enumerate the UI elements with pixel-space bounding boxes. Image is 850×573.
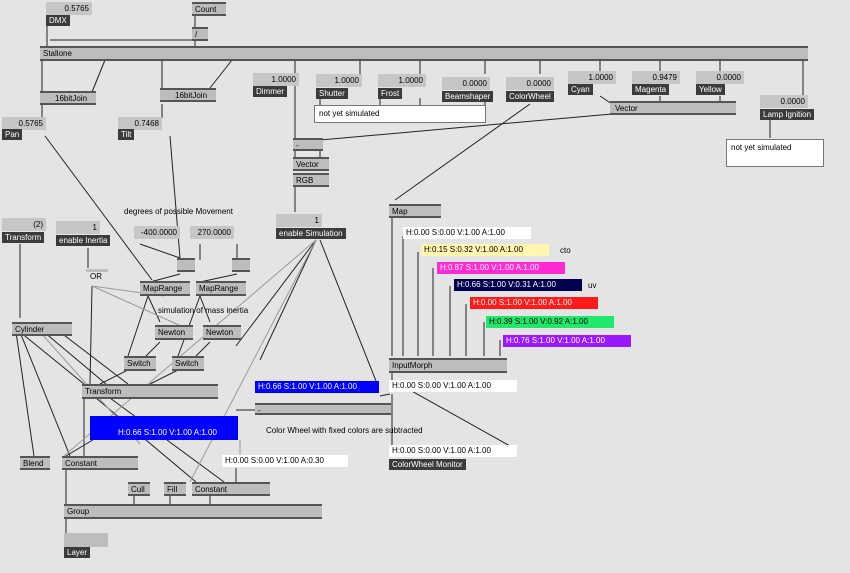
note-not-simulated-1: not yet simulated (314, 105, 486, 123)
count-node[interactable]: Count (192, 2, 226, 16)
inertia-value[interactable]: 1 (56, 221, 100, 234)
colorwheel-label: ColorWheel (506, 91, 554, 102)
blend-node[interactable]: Blend (20, 456, 50, 470)
fixed-colors-text: Color Wheel with fixed colors are subtra… (266, 426, 423, 435)
inertia-label: enable Inertia (56, 235, 111, 246)
divide-node[interactable]: / (192, 27, 208, 41)
shutter-label: Shutter (316, 88, 348, 99)
small-blue-color[interactable]: H:0.66 S:1.00 V:1.00 A:1.00 (255, 381, 379, 393)
frost-value[interactable]: 1.0000 (378, 74, 426, 87)
constant-node-2[interactable]: Constant (192, 482, 270, 496)
maprange-node-1[interactable]: MapRange (140, 281, 190, 296)
wheel-input-1-note: cto (560, 246, 571, 255)
shutter-value[interactable]: 1.0000 (316, 74, 362, 87)
enable-sim-label: enable Simulation (276, 228, 346, 239)
wheel-input-1-text: H:0.15 S:0.32 V:1.00 A:1.00 (424, 245, 523, 254)
wheel-input-3-note: uv (588, 281, 597, 290)
layer-label: Layer (64, 547, 91, 558)
layer-box[interactable] (64, 533, 108, 547)
wheel-input-5-text: H:0.39 S:1.00 V:0.92 A:1.00 (489, 317, 588, 326)
vector-node-mid[interactable]: Vector (293, 157, 329, 171)
or-label: OR (90, 272, 102, 281)
vector-node-top[interactable]: Vector (610, 101, 736, 115)
dimmer-label: Dimmer (253, 86, 287, 97)
lamp-label: Lamp Ignition (760, 109, 815, 120)
wheel-monitor-label: ColorWheel Monitor (389, 459, 466, 470)
fill-node[interactable]: Fill (164, 482, 186, 496)
wheel-monitor-color[interactable]: H:0.00 S:0.00 V:1.00 A:1.00 (389, 445, 517, 457)
divide-node-2[interactable] (232, 258, 250, 272)
wheel-input-0[interactable]: H:0.00 S:0.00 V:1.00 A:1.00 (403, 227, 531, 239)
sim-text: simulation of mass inertia (158, 306, 249, 315)
wheel-input-1[interactable]: H:0.15 S:0.32 V:1.00 A:1.00 (421, 244, 549, 256)
range-min-value[interactable]: -400.0000 (134, 226, 180, 239)
rgb-node[interactable]: RGB (293, 173, 329, 187)
minus-node[interactable]: - (293, 138, 323, 151)
16bitjoin-right-node[interactable]: 16bitJoin (160, 88, 216, 102)
transform-node[interactable]: Transform (82, 384, 218, 399)
vector-top-label: Vector (615, 104, 638, 113)
lamp-value[interactable]: 0.0000 (760, 95, 808, 108)
enable-sim-value[interactable]: 1 (276, 214, 322, 227)
patch-canvas: 0.5765 DMX Count / Stallone 16bitJoin 16… (0, 0, 850, 573)
degrees-text: degrees of possible Movement (124, 207, 233, 216)
cylinder-node[interactable]: Cylinder (12, 322, 72, 336)
join-right-label: 16bitJoin (175, 91, 208, 100)
beamshaper-label: Beamshaper (442, 91, 494, 102)
dmx-label: DMX (46, 15, 70, 26)
transform-label: Transform (2, 232, 45, 243)
map-node[interactable]: Map (389, 204, 441, 218)
newton-node-1[interactable]: Newton (155, 325, 193, 340)
or-node-pins[interactable] (86, 269, 108, 272)
wheel-input-2-text: H:0.87 S:1.00 V:1.00 A:1.00 (440, 263, 539, 272)
magenta-value[interactable]: 0.9479 (632, 71, 680, 84)
divide-node-1[interactable] (177, 258, 195, 272)
subtract-node[interactable]: - (255, 403, 391, 415)
wheel-input-4-text: H:0.00 S:1.00 V:1.00 A:1.00 (473, 298, 572, 307)
constant-node[interactable]: Constant (62, 456, 138, 470)
wheel-input-4[interactable]: H:0.00 S:1.00 V:1.00 A:1.00 (470, 297, 598, 309)
beamshaper-value[interactable]: 0.0000 (442, 77, 490, 90)
yellow-value[interactable]: 0.0000 (696, 71, 744, 84)
group-node[interactable]: Group (64, 504, 322, 519)
inputmorph-node[interactable]: InputMorph (389, 358, 507, 373)
newton-node-2[interactable]: Newton (203, 325, 241, 340)
stallone-node[interactable]: Stallone (40, 46, 808, 61)
transform-value[interactable]: (2) (2, 218, 46, 231)
switch-node-1[interactable]: Switch (124, 356, 156, 371)
maprange-node-2[interactable]: MapRange (196, 281, 246, 296)
wheel-input-3[interactable]: H:0.66 S:1.00 V:0.31 A:1.00 (454, 279, 582, 291)
cyan-value[interactable]: 1.0000 (568, 71, 616, 84)
wheel-input-6-text: H:0.76 S:1.00 V:1.00 A:1.00 (506, 336, 605, 345)
frost-label: Frost (378, 88, 403, 99)
tilt-label: Tilt (118, 129, 135, 140)
wheel-input-6[interactable]: H:0.76 S:1.00 V:1.00 A:1.00 (503, 335, 631, 347)
wheel-input-2[interactable]: H:0.87 S:1.00 V:1.00 A:1.00 (437, 262, 565, 274)
dmx-value[interactable]: 0.5765 (46, 2, 92, 15)
wheel-input-5[interactable]: H:0.39 S:1.00 V:0.92 A:1.00 (486, 316, 614, 328)
cyan-label: Cyan (568, 84, 593, 95)
white-a03-color[interactable]: H:0.00 S:0.00 V:1.00 A:0.30 (222, 455, 348, 467)
wheel-input-0-text: H:0.00 S:0.00 V:1.00 A:1.00 (406, 228, 505, 237)
cull-node[interactable]: Cull (128, 482, 150, 496)
main-blue-color[interactable]: H:0.66 S:1.00 V:1.00 A:1.00 (90, 416, 238, 440)
16bitjoin-left-node[interactable]: 16bitJoin (40, 91, 96, 105)
range-max-value[interactable]: 270.0000 (190, 226, 234, 239)
yellow-label: Yellow (696, 84, 725, 95)
wheel-input-3-text: H:0.66 S:1.00 V:0.31 A:1.00 (457, 280, 556, 289)
note-not-simulated-2: not yet simulated (726, 139, 824, 167)
switch-node-2[interactable]: Switch (172, 356, 204, 371)
magenta-label: Magenta (632, 84, 670, 95)
wheel-output-color[interactable]: H:0.00 S:0.00 V:1.00 A:1.00 (389, 380, 517, 392)
dimmer-value[interactable]: 1.0000 (253, 73, 299, 86)
join-left-label: 16bitJoin (55, 94, 88, 103)
pan-label: Pan (2, 129, 23, 140)
colorwheel-value[interactable]: 0.0000 (506, 77, 554, 90)
